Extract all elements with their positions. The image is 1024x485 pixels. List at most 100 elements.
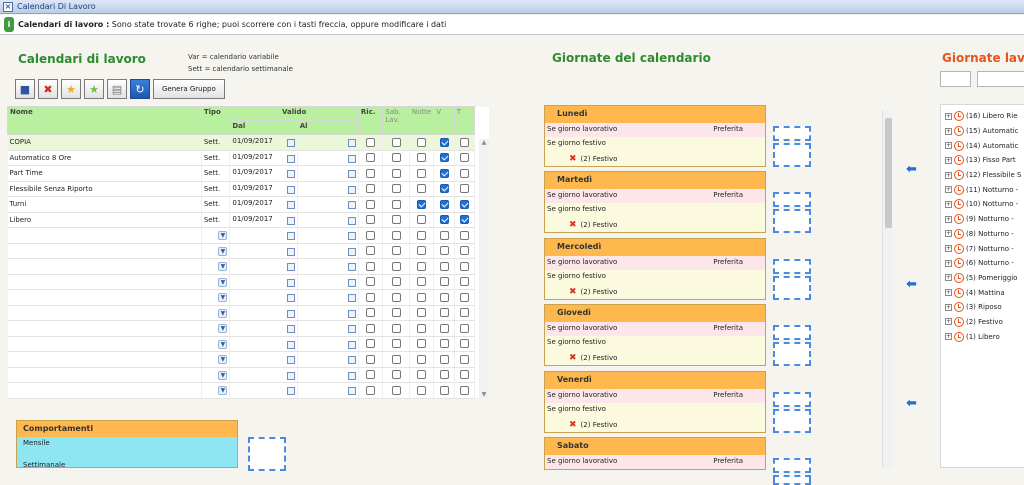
cell-al[interactable] bbox=[297, 243, 359, 259]
cell-al[interactable] bbox=[297, 336, 359, 352]
cell-dal[interactable]: 01/09/2017 bbox=[229, 212, 298, 228]
holiday-drop-zone[interactable] bbox=[773, 342, 811, 366]
tree-node[interactable]: + (8) Notturno - bbox=[941, 227, 1024, 242]
cell-v[interactable] bbox=[433, 227, 455, 244]
cell-dal[interactable] bbox=[229, 351, 298, 368]
checkbox[interactable] bbox=[366, 292, 376, 302]
cell-ric[interactable] bbox=[358, 289, 384, 306]
checkbox[interactable] bbox=[459, 385, 469, 395]
checkbox[interactable] bbox=[459, 323, 469, 333]
cell-t[interactable] bbox=[454, 367, 476, 383]
cell-tipo[interactable]: Sett. bbox=[201, 212, 231, 228]
filter-name-input[interactable] bbox=[977, 71, 1024, 87]
expand-icon[interactable]: + bbox=[945, 142, 952, 150]
expand-icon[interactable]: + bbox=[945, 186, 952, 194]
cell-ric[interactable] bbox=[358, 258, 384, 275]
scroll-up-icon[interactable]: ▲ bbox=[479, 139, 489, 146]
tree-node[interactable]: + (12) Flessibile S bbox=[941, 168, 1024, 183]
chevron-down-icon[interactable]: ▼ bbox=[218, 277, 228, 287]
cell-t[interactable] bbox=[454, 243, 476, 259]
cell-nome[interactable] bbox=[7, 351, 202, 368]
checkbox[interactable] bbox=[459, 354, 469, 364]
calendar-icon[interactable] bbox=[347, 356, 356, 365]
working-drop-zone[interactable] bbox=[773, 259, 811, 274]
tree-node[interactable]: + (11) Notturno - bbox=[941, 182, 1024, 197]
cell-t[interactable] bbox=[454, 134, 476, 151]
cell-v[interactable] bbox=[433, 320, 455, 337]
arrow-left-icon[interactable]: ⬅ bbox=[906, 396, 917, 411]
cell-dal[interactable]: 01/09/2017 bbox=[229, 134, 298, 151]
chevron-down-icon[interactable]: ▼ bbox=[218, 355, 228, 365]
arrow-left-icon[interactable]: ⬅ bbox=[906, 277, 917, 292]
table-row[interactable]: ▼ bbox=[7, 274, 489, 290]
cell-tipo[interactable]: ▼ bbox=[201, 289, 231, 306]
holiday-drop-zone[interactable] bbox=[773, 475, 811, 485]
delete-button[interactable]: ✖ bbox=[38, 79, 58, 99]
checkbox[interactable] bbox=[439, 370, 449, 380]
checkbox[interactable] bbox=[417, 168, 427, 178]
cell-ric[interactable] bbox=[358, 320, 384, 337]
cell-tipo[interactable]: Sett. bbox=[201, 165, 231, 182]
cell-al[interactable] bbox=[297, 382, 359, 399]
calendar-icon[interactable] bbox=[347, 154, 356, 163]
cell-tipo[interactable]: ▼ bbox=[201, 227, 231, 244]
col-tipo[interactable]: Tipo bbox=[200, 106, 231, 135]
expand-icon[interactable]: + bbox=[945, 200, 952, 208]
expand-icon[interactable]: + bbox=[945, 259, 952, 267]
new-button[interactable]: ★ bbox=[61, 79, 81, 99]
save-button[interactable]: ■ bbox=[15, 79, 35, 99]
table-row[interactable]: Turni Sett. 01/09/2017 bbox=[7, 196, 489, 213]
checkbox[interactable] bbox=[417, 323, 427, 333]
cell-tipo[interactable]: ▼ bbox=[201, 305, 231, 321]
holiday-item[interactable]: ✖ (2) Festivo bbox=[545, 350, 765, 365]
cell-al[interactable] bbox=[297, 289, 359, 306]
calendar-icon[interactable] bbox=[347, 263, 356, 272]
calendar-icon[interactable] bbox=[347, 139, 356, 148]
holiday-drop-zone[interactable] bbox=[773, 409, 811, 433]
cell-tipo[interactable]: Sett. bbox=[201, 134, 231, 151]
checkbox[interactable] bbox=[417, 215, 427, 225]
working-day-row[interactable]: Se giorno lavorativo Preferita bbox=[545, 455, 765, 469]
cell-al[interactable] bbox=[297, 150, 359, 166]
cell-dal[interactable] bbox=[229, 367, 298, 383]
cell-v[interactable] bbox=[433, 196, 455, 213]
checkbox[interactable] bbox=[366, 385, 376, 395]
cell-nome[interactable]: Turni bbox=[7, 196, 202, 213]
cell-tipo[interactable]: ▼ bbox=[201, 351, 231, 368]
cell-v[interactable] bbox=[433, 258, 455, 275]
checkbox[interactable] bbox=[391, 292, 401, 302]
checkbox[interactable] bbox=[459, 308, 469, 318]
cell-notte[interactable] bbox=[409, 134, 435, 151]
chevron-down-icon[interactable]: ▼ bbox=[218, 308, 228, 318]
expand-icon[interactable]: + bbox=[945, 289, 952, 297]
table-row[interactable]: ▼ bbox=[7, 336, 489, 352]
cell-al[interactable] bbox=[297, 165, 359, 182]
checkbox[interactable] bbox=[417, 153, 427, 163]
cell-dal[interactable] bbox=[229, 320, 298, 337]
checkbox[interactable] bbox=[439, 339, 449, 349]
checkbox[interactable] bbox=[391, 137, 401, 147]
holiday-item[interactable]: ✖ (2) Festivo bbox=[545, 284, 765, 299]
cell-sablav[interactable] bbox=[382, 181, 410, 197]
cell-nome[interactable]: Flessibile Senza Riporto bbox=[7, 181, 202, 197]
checkbox[interactable] bbox=[459, 261, 469, 271]
table-row[interactable]: ▼ bbox=[7, 289, 489, 306]
checkbox[interactable] bbox=[366, 308, 376, 318]
checkbox[interactable] bbox=[459, 215, 469, 225]
checkbox[interactable] bbox=[439, 137, 449, 147]
tree-node[interactable]: + (16) Libero Rie bbox=[941, 109, 1024, 124]
calendar-icon[interactable] bbox=[286, 294, 295, 303]
cell-t[interactable] bbox=[454, 320, 476, 337]
calendar-icon[interactable] bbox=[286, 263, 295, 272]
middle-scrollbar[interactable] bbox=[882, 110, 893, 468]
expand-icon[interactable]: + bbox=[945, 112, 952, 120]
calendar-icon[interactable] bbox=[286, 170, 295, 179]
cell-nome[interactable] bbox=[7, 367, 202, 383]
checkbox[interactable] bbox=[439, 277, 449, 287]
calendar-icon[interactable] bbox=[286, 232, 295, 241]
table-row[interactable]: ▼ bbox=[7, 227, 489, 244]
cell-al[interactable] bbox=[297, 274, 359, 290]
checkbox[interactable] bbox=[417, 277, 427, 287]
table-row[interactable]: Part Time Sett. 01/09/2017 bbox=[7, 165, 489, 182]
cell-al[interactable] bbox=[297, 305, 359, 321]
